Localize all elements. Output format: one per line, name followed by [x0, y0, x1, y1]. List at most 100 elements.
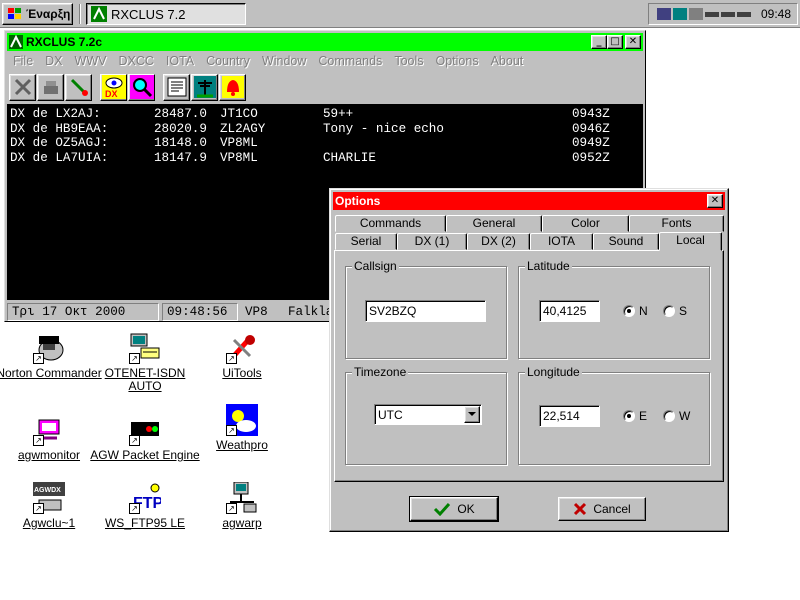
- taskbar-task-label: RXCLUS 7.2: [111, 6, 186, 22]
- tray-clock[interactable]: 09:48: [761, 7, 791, 21]
- desktop-icon-label: Weathpro: [216, 438, 268, 452]
- desktop-icon-label: WS_FTP95 LE: [104, 516, 186, 530]
- menu-about[interactable]: About: [485, 54, 530, 68]
- callsign-group: Callsign SV2BZQ: [345, 259, 507, 359]
- spot-spotter: DX de LA7UIA:: [10, 150, 109, 165]
- latitude-south-radio[interactable]: S: [663, 304, 687, 318]
- menu-wwv[interactable]: WWV: [69, 54, 113, 68]
- tab-dx1[interactable]: DX (1): [397, 233, 467, 250]
- agw-packet-engine-icon: ↗: [129, 414, 161, 446]
- cancel-label: Cancel: [593, 502, 631, 516]
- maximize-button[interactable]: □: [607, 35, 623, 49]
- latitude-south-label: S: [679, 304, 688, 318]
- antenna-tool-button[interactable]: [191, 73, 218, 101]
- desktop-icon-agwarp[interactable]: ↗ agwarp: [187, 481, 297, 530]
- radio-dot: [623, 410, 635, 422]
- spot-time: 0943Z: [572, 107, 610, 121]
- tray-network-icon[interactable]: [656, 8, 671, 20]
- desktop-icon-label: Agwclu~1: [22, 516, 76, 530]
- desktop-icon-norton-commander[interactable]: ↗ Norton Commander: [0, 332, 104, 380]
- tray-battery-icon[interactable]: [736, 11, 751, 17]
- spot-frequency: 18147.9: [154, 150, 207, 165]
- desktop-icon-label: UiTools: [222, 366, 262, 380]
- minimize-button[interactable]: _: [591, 35, 607, 49]
- menu-tools[interactable]: Tools: [388, 54, 429, 68]
- tray-battery-icon[interactable]: [720, 11, 735, 17]
- longitude-east-radio[interactable]: E: [623, 409, 647, 423]
- search-tool-button[interactable]: [128, 73, 155, 101]
- spot-frequency: 28487.0: [154, 107, 207, 121]
- menu-country[interactable]: Country: [200, 54, 256, 68]
- timezone-group: Timezone UTC: [345, 365, 507, 465]
- tab-serial[interactable]: Serial: [335, 233, 397, 250]
- tab-fonts[interactable]: Fonts: [629, 215, 724, 232]
- cancel-button[interactable]: Cancel: [558, 497, 646, 521]
- spot-comment: 59++: [323, 107, 354, 121]
- spot-comment: Tony - nice echo: [323, 121, 444, 136]
- dropdown-arrow-button[interactable]: [464, 406, 480, 423]
- tray-device-icon[interactable]: [688, 8, 703, 20]
- longitude-input[interactable]: 22,514: [539, 405, 600, 427]
- main-title-bar[interactable]: RXCLUS 7.2c _ □ ✕: [7, 33, 643, 51]
- desktop-icon-agwclu[interactable]: AGWDX ↗ Agwclu~1: [0, 482, 104, 530]
- tab-local[interactable]: Local: [659, 232, 722, 251]
- bell-icon: [221, 76, 244, 98]
- menu-file[interactable]: File: [7, 54, 39, 68]
- timezone-select[interactable]: UTC: [374, 404, 482, 425]
- taskbar-button-rxclus[interactable]: RXCLUS 7.2: [86, 3, 246, 25]
- ok-label: OK: [457, 502, 475, 516]
- alarm-tool-button[interactable]: [219, 73, 246, 101]
- tab-color[interactable]: Color: [542, 215, 629, 232]
- longitude-west-label: W: [679, 409, 691, 423]
- radio-dot: [623, 305, 635, 317]
- spot-callsign: VP8ML: [220, 150, 258, 165]
- tray-modem-icon[interactable]: [672, 8, 687, 20]
- desktop-icon-uitools[interactable]: ↗ UiTools: [187, 332, 297, 380]
- tab-iota[interactable]: IOTA: [530, 233, 593, 250]
- network-computer-icon: ↗: [226, 481, 258, 514]
- norton-commander-icon: ↗: [33, 332, 65, 364]
- latitude-north-radio[interactable]: N: [623, 304, 648, 318]
- menu-bar: File DX WWV DXCC IOTA Country Window Com…: [7, 52, 643, 70]
- tab-general[interactable]: General: [446, 215, 542, 232]
- phone-tool-button[interactable]: [37, 73, 64, 101]
- tray-battery-icon[interactable]: [704, 11, 719, 17]
- longitude-west-radio[interactable]: W: [663, 409, 690, 423]
- start-label: Έναρξη: [26, 7, 71, 21]
- menu-dxcc[interactable]: DXCC: [112, 54, 159, 68]
- log-tool-button[interactable]: [163, 73, 190, 101]
- desktop-icon-agw-packet-engine[interactable]: ↗ AGW Packet Engine: [90, 414, 200, 462]
- menu-dx[interactable]: DX: [39, 54, 68, 68]
- tab-commands[interactable]: Commands: [335, 215, 446, 232]
- spot-spotter: DX de OZ5AGJ:: [10, 136, 109, 150]
- radio-dot: [663, 305, 675, 317]
- status-prefix: VP8: [245, 305, 268, 319]
- tab-sound[interactable]: Sound: [593, 233, 659, 250]
- spot-comment: CHARLIE: [323, 150, 376, 165]
- main-window-title: RXCLUS 7.2c: [26, 35, 103, 49]
- callsign-input[interactable]: SV2BZQ: [365, 300, 486, 322]
- menu-commands[interactable]: Commands: [312, 54, 388, 68]
- dx-eye-icon: DX: [101, 75, 126, 99]
- menu-window[interactable]: Window: [256, 54, 312, 68]
- disconnect-tool-button[interactable]: [9, 73, 36, 101]
- options-title-bar[interactable]: Options ✕: [333, 192, 725, 210]
- desktop-icon-weathpro[interactable]: ↗ Weathpro: [187, 404, 297, 452]
- close-button[interactable]: ✕: [625, 35, 641, 49]
- menu-options[interactable]: Options: [430, 54, 485, 68]
- ok-button[interactable]: OK: [409, 496, 499, 522]
- desktop-icon-otenet-isdn[interactable]: ↗ OTENET-ISDN AUTO: [90, 332, 200, 393]
- dx-view-tool-button[interactable]: DX: [100, 73, 127, 101]
- start-button[interactable]: Έναρξη: [2, 3, 73, 25]
- desktop-icon-ws-ftp95[interactable]: FTP ↗ WS_FTP95 LE: [90, 482, 200, 530]
- connect-tool-button[interactable]: [65, 73, 92, 101]
- spot-time: 0952Z: [572, 150, 610, 165]
- menu-iota[interactable]: IOTA: [160, 54, 200, 68]
- latitude-input[interactable]: 40,4125: [539, 300, 600, 322]
- latitude-group: Latitude 40,4125 N S: [518, 259, 710, 359]
- tab-dx2[interactable]: DX (2): [467, 233, 530, 250]
- options-close-button[interactable]: ✕: [707, 194, 723, 208]
- antenna-icon: [193, 76, 216, 98]
- desktop-icon-agwmonitor[interactable]: ↗ agwmonitor: [0, 414, 104, 462]
- status-time: 09:48:56: [162, 303, 238, 321]
